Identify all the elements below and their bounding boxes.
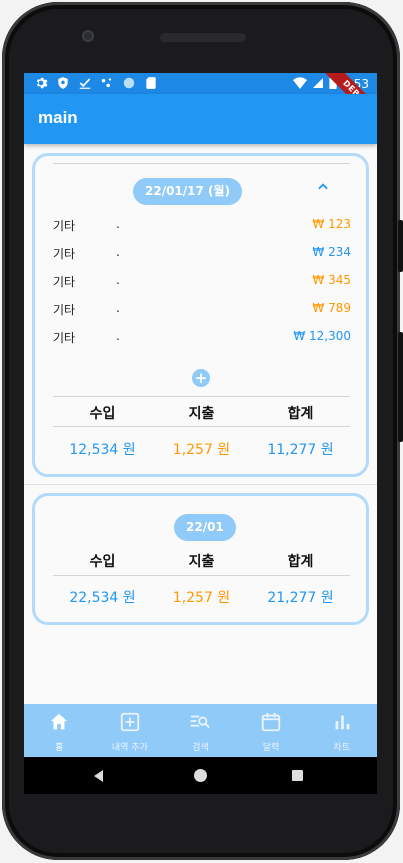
expense-header: 지출 <box>188 554 215 570</box>
entry-amount: ₩ 123 <box>312 217 351 231</box>
total-header: 합계 <box>287 554 314 570</box>
power-button <box>398 220 403 272</box>
income-header: 수입 <box>89 554 116 570</box>
entry-amount: ₩ 12,300 <box>293 329 351 343</box>
entry-memo: . <box>116 217 120 231</box>
section-divider <box>24 484 377 485</box>
entry-amount: ₩ 345 <box>312 273 351 287</box>
status-notification-icons <box>34 76 158 90</box>
earpiece-speaker <box>160 33 246 42</box>
plus-icon: + <box>194 369 208 387</box>
summary-divider <box>53 426 350 427</box>
summary-header-row: 수입 지출 합계 <box>53 403 350 423</box>
bottom-navigation: 홈 내역 추가 검색 달력 차트 <box>24 704 377 757</box>
entry-category: 기타 <box>53 219 76 233</box>
wifi-icon <box>293 76 308 92</box>
entry-category: 기타 <box>53 331 76 345</box>
system-navigation-bar <box>24 757 377 794</box>
nav-label-calendar: 달력 <box>262 743 280 753</box>
phone-frame: 1:53 DEBUG main 22/01/17 (월) 기타 . ₩ 123 <box>2 2 403 860</box>
circle-icon <box>122 76 136 90</box>
summary-divider <box>53 396 350 397</box>
main-content[interactable]: 22/01/17 (월) 기타 . ₩ 123 기타 . ₩ 234 기타 . <box>24 144 377 704</box>
bar-chart-icon <box>335 715 350 730</box>
signal-icon <box>312 77 324 92</box>
card-top-divider <box>53 163 350 164</box>
summary-divider <box>53 575 350 576</box>
nav-label-add: 내역 추가 <box>111 743 148 753</box>
add-entry-button[interactable]: + <box>192 369 210 387</box>
calendar-icon <box>261 712 281 732</box>
daily-summary-card: 22/01/17 (월) 기타 . ₩ 123 기타 . ₩ 234 기타 . <box>32 153 369 477</box>
nav-item-calendar[interactable]: 달력 <box>236 704 307 757</box>
income-header: 수입 <box>89 406 116 422</box>
device-screen: 1:53 DEBUG main 22/01/17 (월) 기타 . ₩ 123 <box>24 73 377 794</box>
entry-category: 기타 <box>53 247 76 261</box>
expense-value: 1,257 원 <box>172 442 231 458</box>
back-icon[interactable] <box>94 770 103 782</box>
status-bar: 1:53 DEBUG <box>24 73 377 130</box>
list-item[interactable]: 기타 . ₩ 789 <box>53 299 351 319</box>
page-title: main <box>38 108 78 127</box>
add-box-icon <box>120 712 140 732</box>
entry-category: 기타 <box>53 275 76 289</box>
list-item[interactable]: 기타 . ₩ 345 <box>53 271 351 291</box>
entry-amount: ₩ 234 <box>312 245 351 259</box>
summary-value-row: 22,534 원 1,257 원 21,277 원 <box>53 587 350 607</box>
volume-button <box>398 332 403 442</box>
total-value: 11,277 원 <box>267 442 334 458</box>
entry-memo: . <box>116 273 120 287</box>
sd-card-icon <box>144 76 158 90</box>
summary-header-row: 수입 지출 합계 <box>53 551 350 571</box>
summary-value-row: 12,534 원 1,257 원 11,277 원 <box>53 439 350 459</box>
home-circle-icon[interactable] <box>194 769 207 782</box>
nav-label-home: 홈 <box>55 743 64 753</box>
list-item[interactable]: 기타 . ₩ 12,300 <box>53 327 351 347</box>
dots-icon <box>100 76 114 90</box>
front-camera <box>82 30 94 42</box>
month-badge[interactable]: 22/01 <box>174 514 236 541</box>
nav-label-chart: 차트 <box>333 743 350 753</box>
entry-category: 기타 <box>53 303 76 317</box>
check-icon <box>78 76 92 90</box>
expense-header: 지출 <box>188 406 215 422</box>
income-value: 12,534 원 <box>69 442 136 458</box>
nav-item-chart[interactable]: 차트 <box>306 704 377 757</box>
nav-label-search: 검색 <box>192 743 209 753</box>
entry-memo: . <box>116 245 120 259</box>
total-value: 21,277 원 <box>267 590 334 606</box>
nav-item-search[interactable]: 검색 <box>165 704 236 757</box>
home-icon <box>51 713 68 730</box>
total-header: 합계 <box>287 406 314 422</box>
entry-memo: . <box>116 329 120 343</box>
entry-memo: . <box>116 301 120 315</box>
nav-item-add[interactable]: 내역 추가 <box>95 704 166 757</box>
expense-value: 1,257 원 <box>172 590 231 606</box>
list-item[interactable]: 기타 . ₩ 123 <box>53 215 351 235</box>
settings-icon <box>34 76 48 90</box>
chevron-up-icon[interactable] <box>315 180 331 196</box>
date-badge[interactable]: 22/01/17 (월) <box>133 178 243 205</box>
entry-amount: ₩ 789 <box>312 301 351 315</box>
recent-apps-icon[interactable] <box>292 770 303 781</box>
search-list-icon <box>191 715 211 729</box>
list-item[interactable]: 기타 . ₩ 234 <box>53 243 351 263</box>
nav-item-home[interactable]: 홈 <box>24 704 95 757</box>
app-bar: main <box>24 94 377 144</box>
shield-icon <box>56 76 70 90</box>
monthly-summary-card: 22/01 수입 지출 합계 22,534 원 1,257 원 21,277 원 <box>32 493 369 625</box>
income-value: 22,534 원 <box>69 590 136 606</box>
